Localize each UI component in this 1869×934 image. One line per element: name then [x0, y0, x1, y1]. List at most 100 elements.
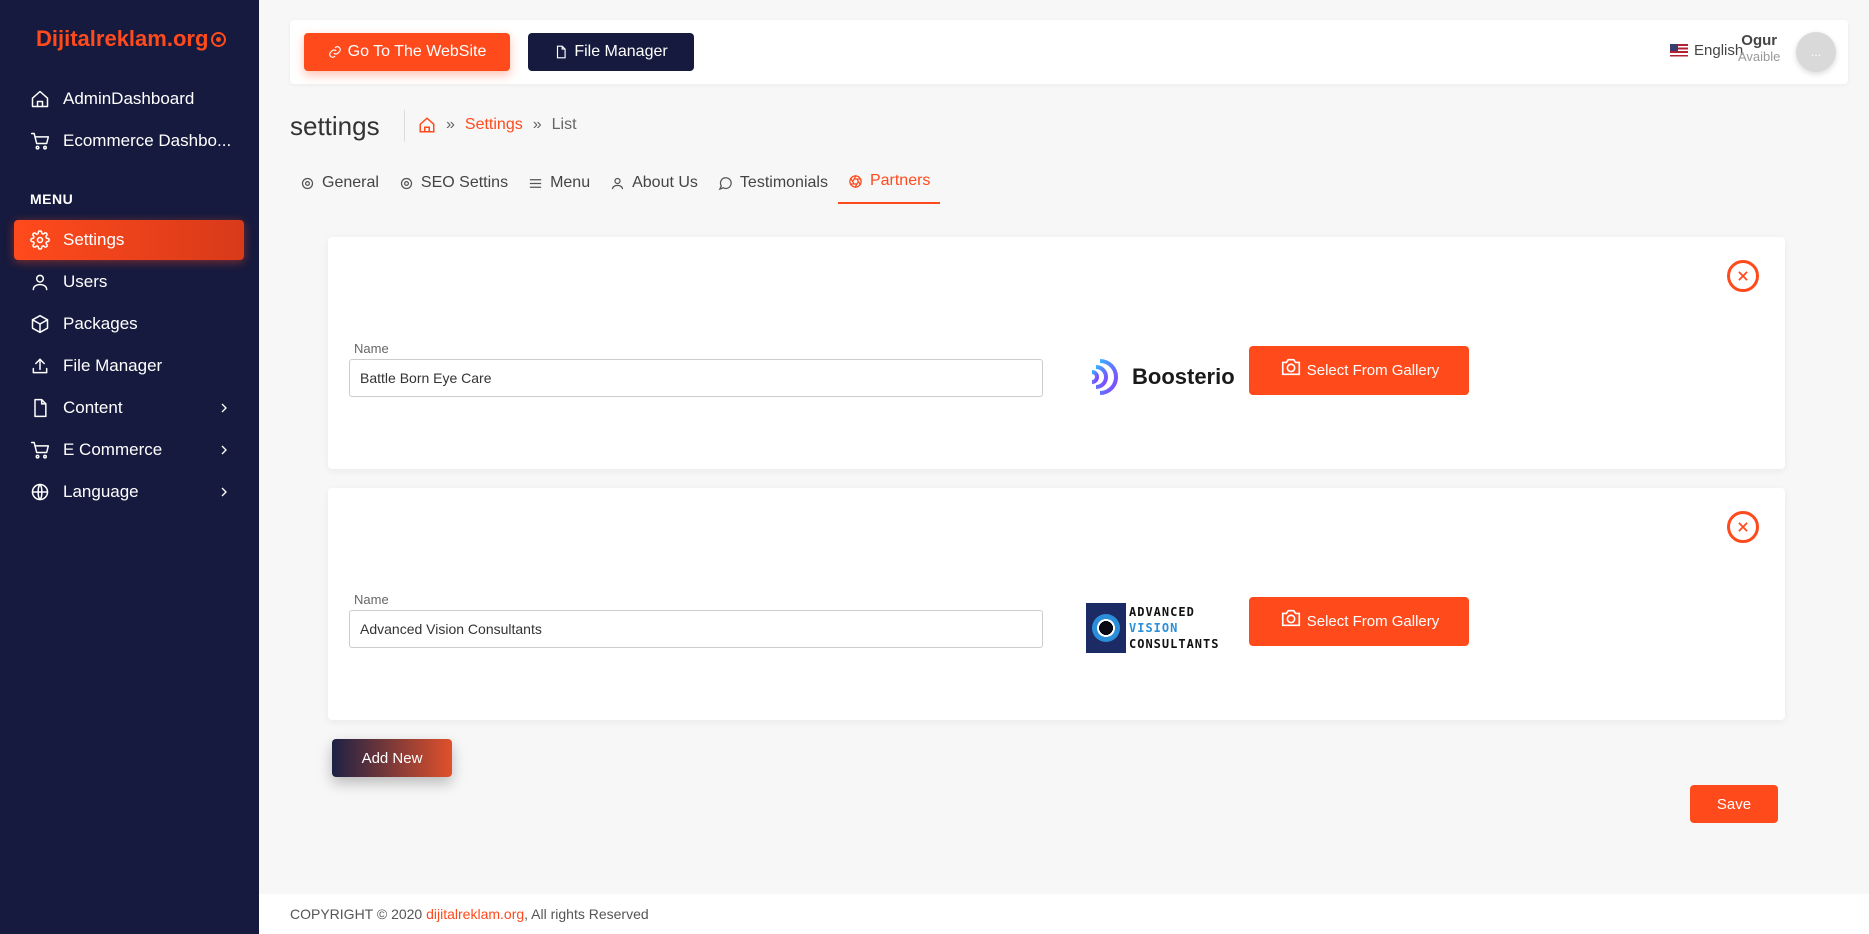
sidebar-item-packages[interactable]: Packages — [14, 304, 244, 344]
home-icon — [29, 88, 51, 110]
topbar: Go To The WebSite File Manager English O… — [290, 20, 1848, 84]
remove-partner-button[interactable] — [1727, 260, 1759, 292]
partner-name-input[interactable] — [349, 359, 1043, 397]
tab-label: Testimonials — [739, 174, 828, 191]
settings-tabs: General SEO Settins Menu About Us Testim… — [290, 166, 941, 204]
user-name: Ogur — [1741, 32, 1778, 49]
breadcrumb-current: List — [551, 116, 577, 133]
avatar-text: ... — [1810, 45, 1821, 59]
file-icon — [557, 45, 566, 59]
file-manager-button[interactable]: File Manager — [528, 33, 694, 71]
chevron-right-icon — [216, 484, 232, 500]
gallery-button-label: Select From Gallery — [1306, 613, 1440, 630]
page-title: settings — [290, 111, 380, 141]
save-button[interactable]: Save — [1690, 785, 1778, 823]
tab-testimonials[interactable]: Testimonials — [708, 166, 838, 204]
sidebar-item-ecommerce[interactable]: E Commerce — [14, 430, 244, 470]
brand-logo[interactable]: Dijitalreklam.org — [36, 26, 227, 52]
camera-icon — [1281, 609, 1300, 626]
sidebar-item-label: Settings — [63, 230, 125, 249]
partner-name-label: Name — [354, 592, 389, 607]
tab-label: Menu — [550, 174, 591, 191]
sidebar-item-label: File Manager — [63, 356, 163, 375]
chevron-right-icon — [216, 400, 232, 416]
user-status: Avaible — [1738, 49, 1781, 64]
footer-link[interactable]: dijitalreklam.org — [426, 906, 524, 922]
eye-logo-icon — [1086, 603, 1126, 653]
upload-icon — [29, 355, 51, 377]
cart-icon — [29, 130, 51, 152]
user-icon — [29, 271, 51, 293]
link-icon — [328, 46, 341, 58]
sidebar-item-label: E Commerce — [63, 440, 163, 459]
select-from-gallery-button[interactable]: Select From Gallery — [1249, 597, 1469, 646]
sidebar-item-label: Language — [63, 482, 139, 501]
close-icon — [1738, 271, 1748, 281]
gallery-button-label: Select From Gallery — [1306, 362, 1440, 379]
tab-label: About Us — [632, 174, 698, 191]
breadcrumb-divider — [404, 110, 405, 142]
partner-logo-line: ADVANCED — [1129, 605, 1195, 619]
sidebar: Dijitalreklam.org AdminDashboard Ecommer… — [0, 0, 259, 934]
partner-logo-line: VISION — [1129, 621, 1179, 635]
go-to-website-label: Go To The WebSite — [347, 43, 487, 60]
sidebar-item-label: Users — [63, 272, 108, 291]
package-icon — [29, 313, 51, 335]
avatar[interactable]: ... — [1796, 32, 1836, 72]
go-to-website-button[interactable]: Go To The WebSite — [304, 33, 510, 71]
partner-name-input[interactable] — [349, 610, 1043, 648]
add-new-button[interactable]: Add New — [332, 739, 452, 777]
tab-menu[interactable]: Menu — [518, 166, 600, 204]
sidebar-item-label: Packages — [63, 314, 138, 333]
sidebar-item-label: AdminDashboard — [63, 89, 195, 108]
partner-logo-line: CONSULTANTS — [1129, 637, 1220, 651]
us-flag-icon — [1670, 44, 1688, 57]
brand-ring-icon — [211, 31, 227, 47]
language-selector[interactable]: English — [1670, 42, 1743, 59]
tab-general[interactable]: General — [290, 166, 389, 204]
tab-label: General — [322, 174, 379, 191]
globe-icon — [29, 481, 51, 503]
tab-label: SEO Settins — [420, 174, 509, 191]
sidebar-item-file-manager[interactable]: File Manager — [14, 346, 244, 386]
sidebar-item-admin-dashboard[interactable]: AdminDashboard — [14, 79, 244, 119]
gear-icon — [29, 229, 51, 251]
breadcrumb-separator: » — [446, 116, 455, 133]
sidebar-item-users[interactable]: Users — [14, 262, 244, 302]
gear-icon — [301, 177, 314, 190]
file-manager-label: File Manager — [574, 43, 668, 60]
partner-logo: Boosterio — [1080, 347, 1235, 407]
partner-logo: ADVANCED VISION CONSULTANTS — [1086, 598, 1236, 658]
tab-label: Partners — [869, 172, 931, 189]
sidebar-item-label: Ecommerce Dashbo... — [63, 131, 232, 150]
home-icon[interactable] — [418, 116, 436, 134]
tab-seo-settings[interactable]: SEO Settins — [389, 166, 518, 204]
sidebar-item-content[interactable]: Content — [14, 388, 244, 428]
sidebar-item-language[interactable]: Language — [14, 472, 244, 512]
footer-copyright: COPYRIGHT © 2020 — [290, 906, 427, 922]
close-icon — [1738, 522, 1748, 532]
chat-icon — [718, 177, 732, 191]
breadcrumb: » Settings » List — [418, 116, 577, 134]
file-icon — [29, 397, 51, 419]
tab-partners[interactable]: Partners — [837, 166, 941, 204]
sidebar-section-label: MENU — [30, 191, 74, 207]
chevron-right-icon — [216, 442, 232, 458]
sidebar-item-ecommerce-dashboard[interactable]: Ecommerce Dashbo... — [14, 121, 244, 161]
brand-name: Dijitalreklam.org — [36, 26, 209, 51]
user-info[interactable]: Ogur Avaible — [1738, 32, 1780, 64]
remove-partner-button[interactable] — [1727, 511, 1759, 543]
breadcrumb-settings-link[interactable]: Settings — [465, 116, 523, 134]
tab-about-us[interactable]: About Us — [600, 166, 708, 204]
boosterio-logo-icon — [1091, 359, 1118, 395]
sidebar-item-settings[interactable]: Settings — [14, 220, 244, 260]
language-label: English — [1694, 42, 1744, 59]
footer: COPYRIGHT © 2020 dijitalreklam.org , All… — [259, 894, 1869, 934]
partner-card: Name Boosterio Select From Gallery — [328, 237, 1785, 469]
menu-icon — [529, 179, 542, 188]
partner-logo-text: Boosterio — [1132, 364, 1235, 389]
select-from-gallery-button[interactable]: Select From Gallery — [1249, 346, 1469, 395]
partner-name-label: Name — [354, 341, 389, 356]
footer-rights: , All rights Reserved — [524, 906, 649, 922]
sidebar-item-label: Content — [63, 398, 123, 417]
